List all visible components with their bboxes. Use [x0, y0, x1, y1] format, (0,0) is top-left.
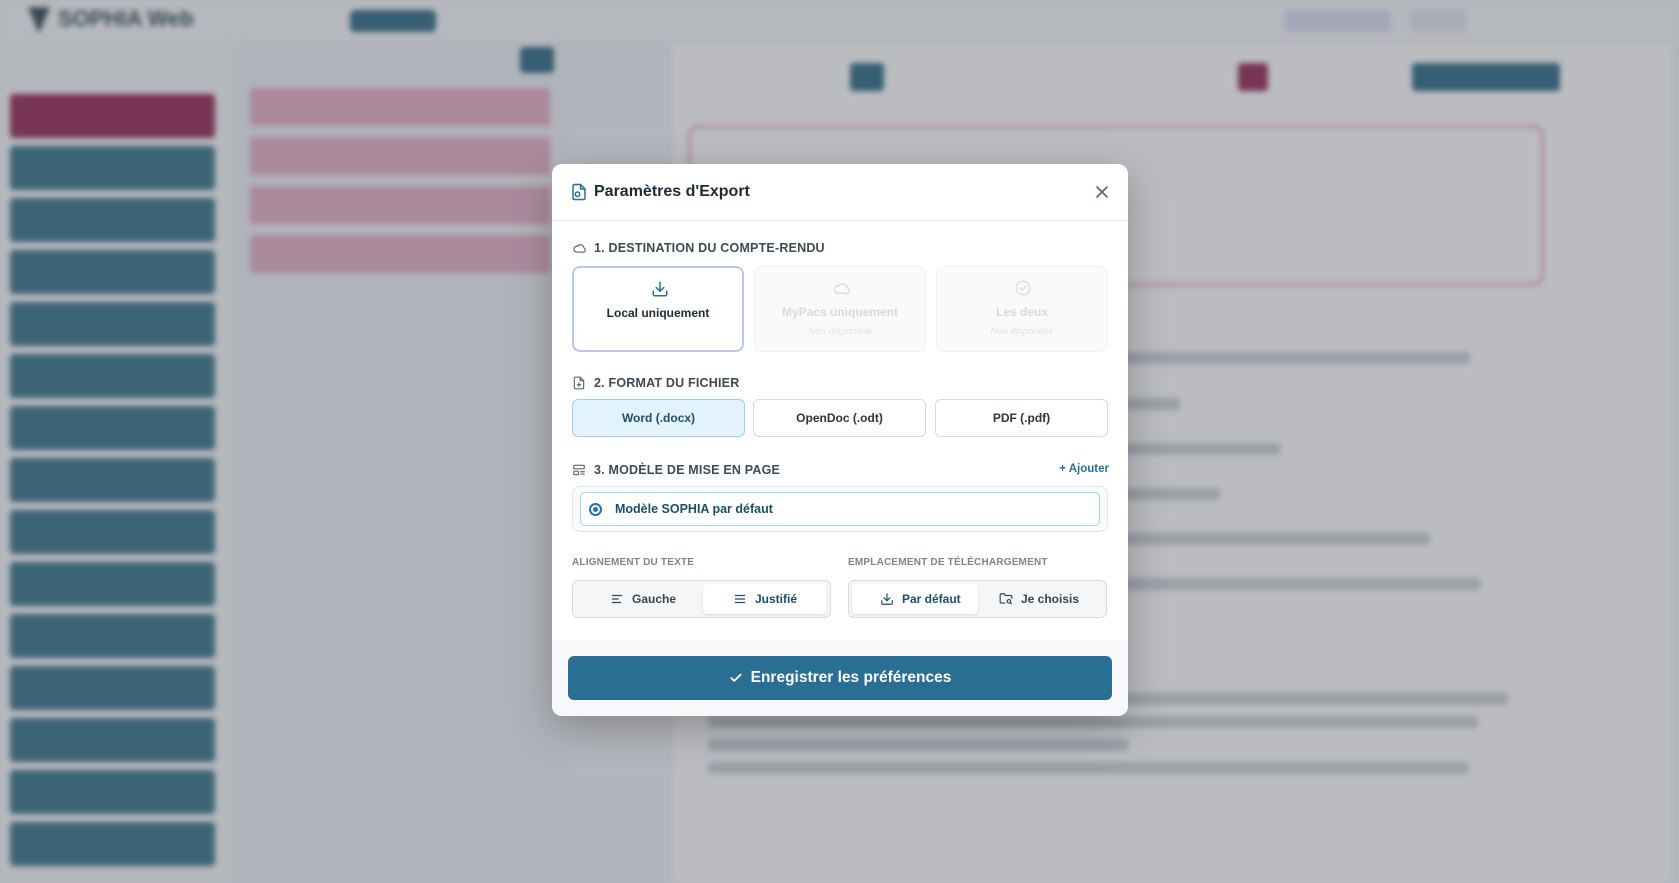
close-icon[interactable] [1092, 182, 1112, 202]
template-list: Modèle SOPHIA par défaut [572, 486, 1108, 532]
download-choose-label: Je choisis [1021, 592, 1080, 606]
download-default-button[interactable]: Par défaut [852, 584, 978, 614]
download-location-label: EMPLACEMENT DE TÉLÉCHARGEMENT [848, 557, 1048, 568]
save-preferences-label: Enregistrer les préférences [750, 669, 952, 686]
radio-selected-icon[interactable] [589, 503, 602, 516]
alignment-toggle: Gauche Justifié [572, 580, 831, 618]
format-label: 2. FORMAT DU FICHIER [594, 376, 740, 390]
format-pdf-button[interactable]: PDF (.pdf) [935, 399, 1108, 437]
layout-icon [573, 464, 585, 476]
save-preferences-button[interactable]: Enregistrer les préférences [568, 656, 1112, 700]
check-circle-icon [1015, 280, 1031, 296]
destination-both-sub: Non disponible [990, 326, 1054, 337]
destination-mypacs-option: MyPacs uniquement Non disponible [754, 266, 926, 352]
format-odt-button[interactable]: OpenDoc (.odt) [753, 399, 926, 437]
download-location-toggle: Par défaut Je choisis [848, 580, 1107, 618]
align-justify-label: Justifié [755, 592, 798, 606]
template-option-label: Modèle SOPHIA par défaut [615, 502, 773, 516]
check-icon [730, 673, 742, 682]
export-settings-modal: Paramètres d'Export 1. DESTINATION DU CO… [552, 164, 1128, 716]
destination-both-option: Les deux Non disponible [936, 266, 1108, 352]
download-icon [881, 593, 893, 605]
template-option[interactable]: Modèle SOPHIA par défaut [580, 492, 1100, 526]
file-settings-icon [572, 183, 586, 201]
destination-label: 1. DESTINATION DU COMPTE-RENDU [594, 241, 825, 255]
align-left-icon [611, 594, 623, 604]
modal-title: Paramètres d'Export [594, 183, 750, 200]
destination-local-option[interactable]: Local uniquement [572, 266, 744, 352]
file-icon [573, 376, 585, 390]
align-left-button[interactable]: Gauche [576, 584, 698, 614]
destination-mypacs-label: MyPacs uniquement [781, 305, 899, 319]
alignment-label: ALIGNEMENT DU TEXTE [572, 557, 695, 568]
align-justify-icon [734, 594, 746, 604]
align-justify-button[interactable]: Justifié [703, 584, 826, 614]
align-left-label: Gauche [632, 592, 677, 606]
destination-mypacs-sub: Non disponible [808, 326, 872, 337]
modal-header: Paramètres d'Export [552, 164, 1128, 221]
destination-local-label: Local uniquement [606, 306, 710, 320]
cloud-icon [833, 283, 850, 295]
download-choose-button[interactable]: Je choisis [981, 584, 1103, 614]
format-docx-button[interactable]: Word (.docx) [572, 399, 745, 437]
add-template-link[interactable]: + Ajouter [1059, 463, 1109, 475]
cloud-icon [573, 244, 586, 253]
folder-search-icon [999, 593, 1013, 605]
template-label: 3. MODÈLE DE MISE EN PAGE [594, 463, 781, 477]
download-icon [652, 281, 668, 297]
destination-both-label: Les deux [995, 305, 1049, 319]
download-default-label: Par défaut [902, 592, 961, 606]
